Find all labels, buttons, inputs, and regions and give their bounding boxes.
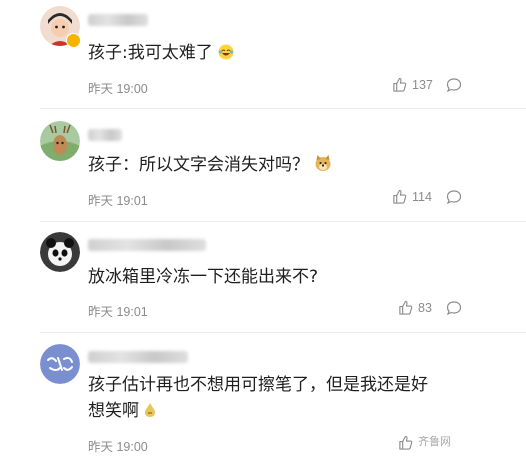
verified-badge-icon (66, 33, 81, 48)
comment-text-line: 孩子估计再也不想用可擦笔了，但是我还是好 (88, 375, 428, 395)
like-count: 83 (418, 300, 432, 315)
watermark: 齐鲁网 (418, 435, 451, 448)
like-count: 114 (412, 189, 432, 204)
thumbs-up-icon (393, 77, 407, 92)
comment-time: 昨天 19:01 (88, 305, 148, 319)
like-button[interactable]: 83 (398, 300, 432, 315)
like-button[interactable] (398, 435, 418, 450)
divider (40, 108, 526, 109)
comment-time: 昨天 19:01 (88, 194, 148, 208)
comment-time: 昨天 19:00 (88, 440, 148, 454)
like-button[interactable]: 114 (392, 189, 432, 204)
comment-text: 孩子估计再也不想用可擦笔了，但是我还是好 想笑啊 (88, 372, 428, 424)
avatar[interactable] (40, 121, 80, 161)
doge-emoji (315, 155, 331, 171)
comment-text: 放冰箱里冷冻一下还能出来不? (88, 267, 319, 287)
thumbs-up-icon (399, 300, 413, 315)
avatar[interactable] (40, 344, 80, 384)
divider (40, 221, 526, 222)
comment-bubble-icon[interactable] (446, 300, 462, 316)
username[interactable] (88, 351, 188, 363)
username[interactable] (88, 239, 206, 251)
like-count: 137 (412, 77, 433, 92)
thumbs-up-icon (399, 435, 413, 450)
thumbs-up-icon (393, 189, 407, 204)
comment-bubble-icon[interactable] (446, 77, 462, 93)
comment-text: 孩子：所以文字会消失对吗？ (88, 152, 332, 178)
comment-time: 昨天 19:00 (88, 82, 148, 96)
comment-bubble-icon[interactable] (446, 189, 462, 205)
username[interactable] (88, 129, 122, 141)
username[interactable] (88, 14, 148, 26)
like-button[interactable]: 137 (392, 77, 433, 92)
sweat-emoji (145, 403, 156, 417)
laughing-tears-emoji (218, 44, 234, 60)
divider (40, 332, 526, 333)
comment-text-line: 想笑啊 (88, 398, 428, 424)
comment-text: 孩子:我可太难了 (88, 40, 234, 66)
avatar[interactable] (40, 232, 80, 272)
